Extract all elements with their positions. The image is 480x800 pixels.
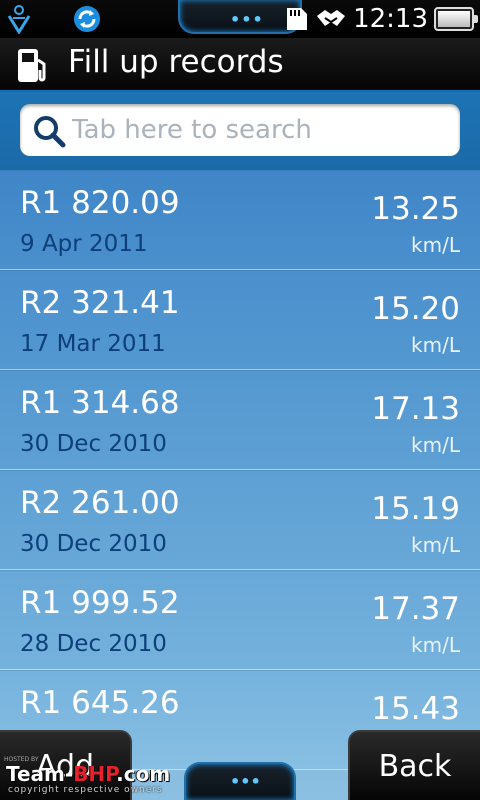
record-row[interactable]: R2 321.41 17 Mar 2011 15.20 km/L — [0, 270, 480, 370]
watermark-copyright: copyright respective owners — [8, 785, 163, 795]
record-unit: km/L — [411, 333, 460, 357]
back-button-label: Back — [378, 748, 452, 784]
status-bar: ••• 12:13 — [0, 0, 480, 38]
record-row[interactable]: R1 999.52 28 Dec 2010 17.37 km/L — [0, 570, 480, 670]
record-amount: R1 645.26 — [20, 685, 180, 721]
record-amount: R2 261.00 — [20, 485, 180, 521]
handle-dots: ••• — [230, 772, 261, 791]
status-indicators: 12:13 — [285, 2, 478, 36]
memory-card-icon — [287, 8, 308, 30]
menu-handle[interactable]: ••• — [184, 762, 296, 800]
record-efficiency: 15.20 — [371, 291, 460, 327]
record-amount: R2 321.41 — [20, 285, 180, 321]
watermark-brand: Team-BHP.com — [6, 762, 171, 786]
record-row[interactable]: R1 820.09 9 Apr 2011 13.25 km/L — [0, 170, 480, 270]
search-icon — [34, 116, 66, 148]
search-box[interactable] — [20, 104, 460, 156]
handle-dots: ••• — [230, 10, 264, 29]
sync-icon[interactable] — [72, 4, 102, 34]
watermark: HOSTED BY Team-BHP.com copyright respect… — [4, 756, 194, 796]
records-list[interactable]: R1 820.09 9 Apr 2011 13.25 km/L R2 321.4… — [0, 170, 480, 800]
fuel-pump-icon — [18, 49, 46, 82]
record-date: 30 Dec 2010 — [20, 431, 167, 457]
record-date: 30 Dec 2010 — [20, 531, 167, 557]
record-date: 9 Apr 2011 — [20, 231, 148, 257]
record-amount: R1 999.52 — [20, 585, 180, 621]
network-signal-icon — [7, 5, 31, 34]
record-efficiency: 13.25 — [371, 191, 460, 227]
back-button[interactable]: Back — [348, 730, 480, 800]
record-amount: R1 820.09 — [20, 185, 180, 221]
record-efficiency: 15.43 — [371, 691, 460, 727]
record-date: 28 Dec 2010 — [20, 631, 167, 657]
record-amount: R1 314.68 — [20, 385, 180, 421]
record-row[interactable]: R1 314.68 30 Dec 2010 17.13 km/L — [0, 370, 480, 470]
title-bar: Fill up records — [0, 38, 480, 92]
record-unit: km/L — [411, 633, 460, 657]
record-row[interactable]: R2 261.00 30 Dec 2010 15.19 km/L — [0, 470, 480, 570]
search-input[interactable] — [72, 110, 452, 150]
page-title: Fill up records — [68, 44, 284, 80]
record-unit: km/L — [411, 233, 460, 257]
battery-icon — [434, 7, 478, 31]
record-efficiency: 17.37 — [371, 591, 460, 627]
record-date: 17 Mar 2011 — [20, 331, 166, 357]
clock: 12:13 — [353, 4, 428, 34]
record-efficiency: 15.19 — [371, 491, 460, 527]
record-efficiency: 17.13 — [371, 391, 460, 427]
record-unit: km/L — [411, 533, 460, 557]
search-area — [0, 92, 480, 170]
handshake-icon — [317, 10, 346, 26]
notification-handle[interactable]: ••• — [178, 0, 302, 34]
record-unit: km/L — [411, 433, 460, 457]
